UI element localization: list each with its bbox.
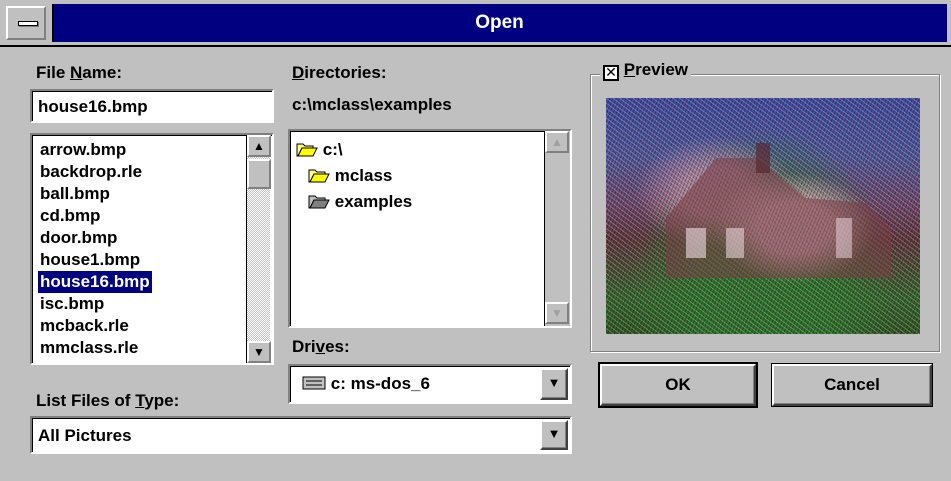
hard-drive-icon <box>302 376 326 390</box>
current-path: c:\mclass\examples <box>292 95 452 114</box>
drives-value: c: ms-dos_6 <box>330 374 430 393</box>
file-type-value: All Pictures <box>38 426 132 445</box>
preview-checkbox[interactable]: ✕ <box>603 65 619 81</box>
dir-item-mclass[interactable]: mclass <box>308 165 392 187</box>
system-menu-button[interactable] <box>6 6 46 40</box>
dir-item-examples[interactable]: examples <box>308 191 412 213</box>
title-divider <box>0 45 951 47</box>
current-folder-icon <box>308 195 330 209</box>
cancel-button[interactable]: Cancel <box>771 363 933 407</box>
file-list[interactable]: arrow.bmp backdrop.rle ball.bmp cd.bmp door.… <box>30 133 274 365</box>
dropdown-arrow-icon[interactable]: ▼ <box>540 420 568 450</box>
minus-bar-icon <box>18 21 38 26</box>
file-name-label: File Name: <box>36 63 122 82</box>
preview-label: Preview <box>623 60 689 79</box>
preview-checkbox-row[interactable]: ✕ Preview <box>600 60 692 81</box>
directory-list[interactable]: c:\ mclass examples ▲ ▼ <box>288 129 572 328</box>
file-list-item[interactable]: cd.bmp <box>38 205 102 227</box>
house-silhouette <box>666 143 891 278</box>
file-name-value: house16.bmp <box>38 97 148 116</box>
directories-label: Directories: <box>292 63 387 82</box>
dir-item-root[interactable]: c:\ <box>296 139 343 161</box>
ok-button[interactable]: OK <box>598 362 758 408</box>
arrow-down-icon[interactable]: ▼ <box>247 341 271 363</box>
file-type-dropdown[interactable]: All Pictures ▼ <box>30 416 572 454</box>
arrow-up-icon: ▲ <box>545 131 569 153</box>
file-list-item[interactable]: ball.bmp <box>38 183 112 205</box>
file-list-item[interactable]: arrow.bmp <box>38 139 128 161</box>
arrow-down-icon: ▼ <box>545 302 569 324</box>
file-type-label: List Files of Type: <box>36 391 180 410</box>
file-list-item[interactable]: house16.bmp <box>37 270 153 294</box>
open-folder-icon <box>296 143 318 157</box>
file-name-input[interactable]: house16.bmp <box>30 89 274 123</box>
file-list-item[interactable]: door.bmp <box>38 227 119 249</box>
drives-label: Drives: <box>292 337 350 356</box>
directory-scrollbar: ▲ ▼ <box>544 131 570 326</box>
file-list-item[interactable]: isc.bmp <box>38 293 106 315</box>
dropdown-arrow-icon[interactable]: ▼ <box>540 368 568 400</box>
scroll-thumb[interactable] <box>247 159 271 189</box>
file-list-item[interactable]: backdrop.rle <box>38 161 144 183</box>
file-list-scrollbar[interactable]: ▲ ▼ <box>246 135 271 363</box>
preview-image <box>606 98 920 334</box>
file-list-item[interactable]: mcback.rle <box>38 315 131 337</box>
drives-dropdown[interactable]: c: ms-dos_6 ▼ <box>288 364 572 404</box>
arrow-up-icon[interactable]: ▲ <box>247 135 271 157</box>
file-list-item[interactable]: house1.bmp <box>38 249 142 271</box>
file-list-item[interactable]: mmclass.rle <box>38 337 140 359</box>
open-folder-icon <box>308 169 330 183</box>
window-title: Open <box>475 12 524 33</box>
